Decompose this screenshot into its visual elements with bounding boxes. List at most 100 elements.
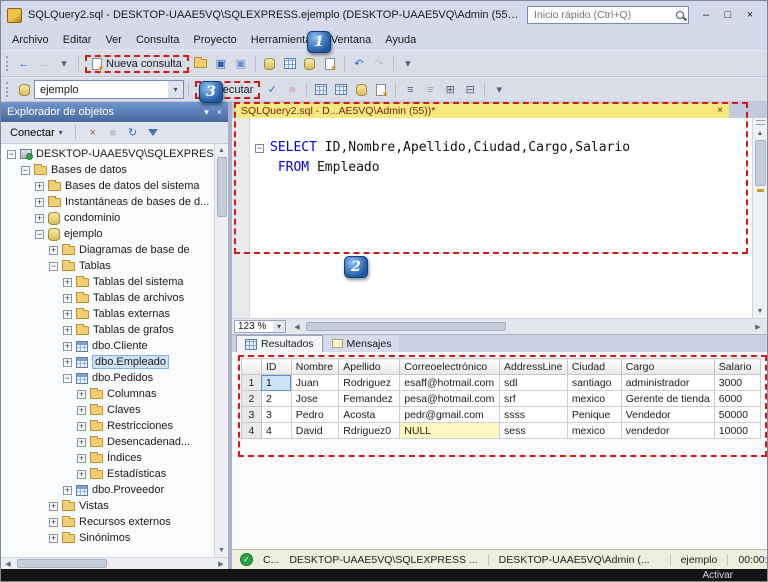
undo-icon[interactable]: ↶ [350,55,368,73]
query-tab[interactable]: SQLQuery2.sql - D...AE5VQ\Admin (55))* × [235,103,729,118]
collapse-icon[interactable]: − [21,166,30,175]
scrollbar-thumb[interactable] [17,559,107,568]
tree-item-tablas[interactable]: −Tablas [1,258,214,274]
query-editor[interactable]: − SELECT ID,Nombre,Apellido,Ciudad,Cargo… [232,118,767,318]
cell-nombre[interactable]: David [291,423,339,439]
attach-database-icon[interactable] [301,55,319,73]
tree-item-dbo-pedidos[interactable]: −dbo.Pedidos [1,370,214,386]
execution-plan-icon[interactable] [332,81,350,99]
database-combobox[interactable]: ejemplo ▾ [34,80,184,99]
tree-item-bases-de-datos[interactable]: −Bases de datos [1,162,214,178]
expand-icon[interactable]: + [63,326,72,335]
object-explorer-header[interactable]: Explorador de objetos ▾ × [1,102,228,122]
tree-horizontal-scrollbar[interactable]: ◀ ▶ [1,557,228,569]
tree-item-claves[interactable]: +Claves [1,402,214,418]
cell-correoelectr-nico[interactable]: pedr@gmail.com [400,407,500,423]
cell-salario[interactable]: 10000 [714,423,760,439]
scroll-right-icon[interactable]: ▶ [751,320,765,333]
row-number[interactable]: 4 [242,423,262,439]
toolbar-overflow-icon[interactable]: ▾ [399,55,417,73]
window-position-icon[interactable]: ▾ [204,107,209,118]
save-all-icon[interactable]: ▣ [232,55,250,73]
close-icon[interactable]: × [717,105,723,116]
outline-collapse-icon[interactable]: − [255,144,264,153]
cell-id[interactable]: 3 [261,407,291,423]
disconnect-icon[interactable]: × [84,124,102,142]
tree-item-dbo-proveedor[interactable]: +dbo.Proveedor [1,482,214,498]
chevron-down-icon[interactable]: ▾ [168,81,183,98]
new-database-icon[interactable] [261,55,279,73]
expand-icon[interactable]: + [77,438,86,447]
tree-item-ejemplo[interactable]: −ejemplo [1,226,214,242]
comment-lines-icon[interactable]: ≡ [401,81,419,99]
cell-id[interactable]: 4 [261,423,291,439]
tree-item-restricciones[interactable]: +Restricciones [1,418,214,434]
expand-icon[interactable]: + [63,310,72,319]
expand-icon[interactable]: + [49,518,58,527]
connect-button[interactable]: Conectar ▾ [5,125,68,141]
activity-monitor-icon[interactable] [281,55,299,73]
expand-icon[interactable]: + [77,454,86,463]
scroll-up-icon[interactable]: ▲ [753,127,767,140]
expand-icon[interactable]: + [63,342,72,351]
tree-item-ndices[interactable]: +Índices [1,450,214,466]
cell-ciudad[interactable]: santiago [567,375,621,391]
cell-addressline[interactable]: ssss [500,407,568,423]
tree-item-tablas-externas[interactable]: +Tablas externas [1,306,214,322]
expand-icon[interactable]: + [77,470,86,479]
cell-apellido[interactable]: Acosta [339,407,400,423]
cell-apellido[interactable]: Rodriguez [339,375,400,391]
tree-item-dbo-cliente[interactable]: +dbo.Cliente [1,338,214,354]
save-icon[interactable]: ▣ [212,55,230,73]
col-header-nombre[interactable]: Nombre [291,359,339,375]
indent-icon[interactable]: ⊞ [441,81,459,99]
cell-ciudad[interactable]: Penique [567,407,621,423]
cell-salario[interactable]: 6000 [714,391,760,407]
scroll-down-icon[interactable]: ▼ [215,544,228,557]
cell-id[interactable]: 2 [261,391,291,407]
refresh-icon[interactable]: ↻ [124,124,142,142]
parse-query-icon[interactable]: ✓ [263,81,281,99]
chevron-down-icon[interactable]: ▾ [273,321,285,332]
toolbar-grip[interactable] [6,82,10,97]
tree-item-desencadenad[interactable]: +Desencadenad... [1,434,214,450]
quick-launch-input[interactable] [532,8,676,22]
row-number[interactable]: 3 [242,407,262,423]
tree-item-recursos-externos[interactable]: +Recursos externos [1,514,214,530]
filter-icon[interactable] [144,124,162,142]
scrollbar-thumb[interactable] [217,157,227,217]
menu-editar[interactable]: Editar [56,32,99,48]
collapse-icon[interactable]: − [7,150,16,159]
tree-item-sin-nimos[interactable]: +Sinónimos [1,530,214,546]
navigation-dropdown-icon[interactable]: ▾ [55,55,73,73]
grid-corner[interactable] [242,359,262,375]
col-header-correoelectr-nico[interactable]: Correoelectrónico [400,359,500,375]
cell-ciudad[interactable]: mexico [567,423,621,439]
tree-item-instant-neas-de-bases-de-d[interactable]: +Instantáneas de bases de d... [1,194,214,210]
menu-consulta[interactable]: Consulta [129,32,186,48]
cell-apellido[interactable]: Femandez [339,391,400,407]
intellisense-icon[interactable] [352,81,370,99]
cell-cargo[interactable]: administrador [621,375,714,391]
cell-nombre[interactable]: Pedro [291,407,339,423]
col-header-apellido[interactable]: Apellido [339,359,400,375]
tab-mensajes[interactable]: Mensajes [324,335,400,352]
navigate-backward-icon[interactable]: ← [15,55,33,73]
col-header-ciudad[interactable]: Ciudad [567,359,621,375]
cell-addressline[interactable]: sess [500,423,568,439]
toolbar-grip[interactable] [6,56,10,71]
open-file-icon[interactable] [192,55,210,73]
cell-nombre[interactable]: Juan [291,375,339,391]
navigate-forward-icon[interactable]: → [35,55,53,73]
scrollbar-thumb[interactable] [755,140,766,186]
cell-addressline[interactable]: sdl [500,375,568,391]
redo-icon[interactable]: ↷ [370,55,388,73]
col-header-addressline[interactable]: AddressLine [500,359,568,375]
tree-item-vistas[interactable]: +Vistas [1,498,214,514]
expand-icon[interactable]: + [63,294,72,303]
query-options-icon[interactable] [372,81,390,99]
cell-addressline[interactable]: srf [500,391,568,407]
menu-archivo[interactable]: Archivo [5,32,56,48]
expand-icon[interactable]: + [35,182,44,191]
editor-overflow-icon[interactable]: ▾ [490,81,508,99]
